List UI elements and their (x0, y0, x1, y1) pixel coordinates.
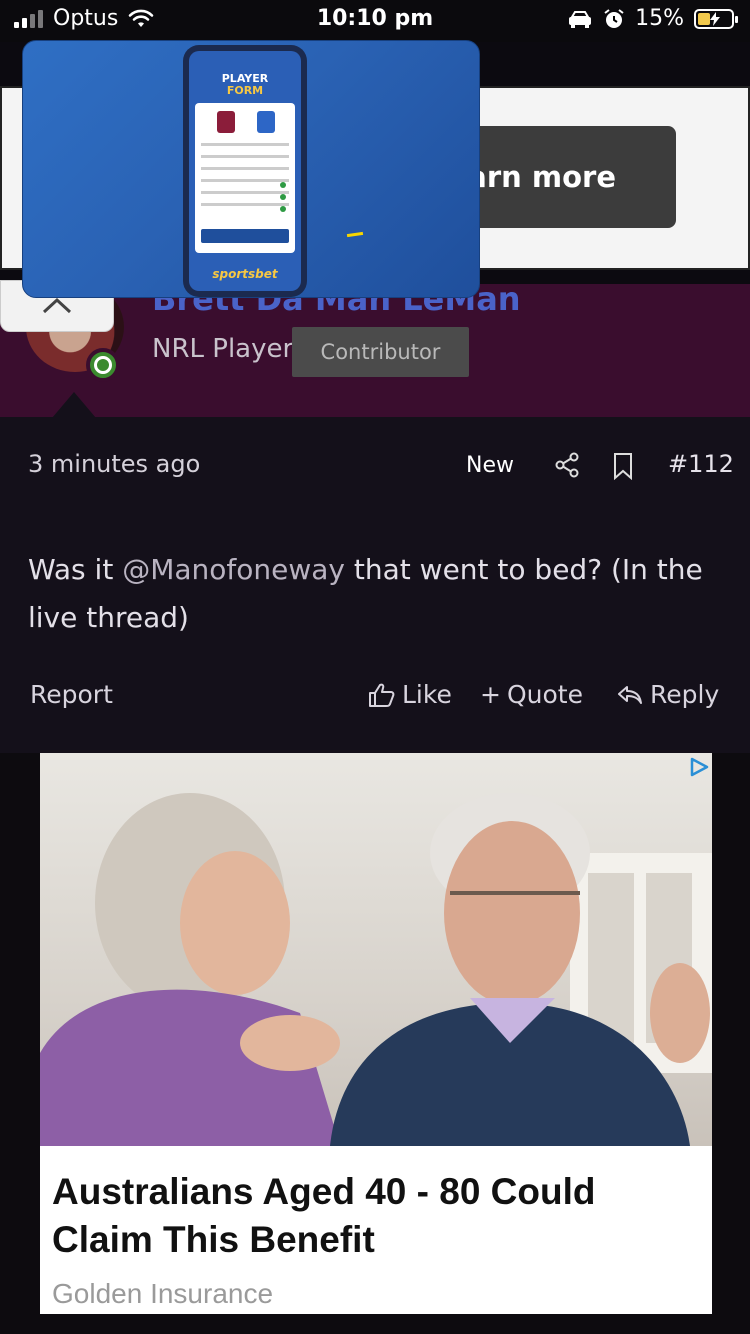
ad-image[interactable] (40, 753, 712, 1146)
reply-label: Reply (650, 680, 720, 709)
battery-charging-icon (694, 8, 738, 29)
author-role: NRL Player (152, 334, 294, 364)
share-icon[interactable] (554, 452, 580, 478)
like-button[interactable]: Like (368, 680, 452, 709)
online-status-icon (86, 348, 120, 382)
post-timestamp[interactable]: 3 minutes ago (28, 450, 200, 478)
plus-icon: + (480, 680, 501, 709)
thumbs-up-icon (369, 683, 395, 707)
ad-source: Golden Insurance (52, 1278, 274, 1309)
battery-percent: 15% (635, 6, 684, 31)
car-icon (569, 10, 592, 28)
pip-phone-graphic: PLAYER FORM sportsbet (183, 45, 307, 297)
reply-icon (618, 685, 642, 704)
report-label: Report (30, 680, 113, 709)
pip-title: PLAYER FORM (189, 73, 301, 97)
ad-choices-icon[interactable] (688, 756, 710, 778)
new-label: New (466, 453, 514, 478)
pip-accent-mark (346, 231, 364, 238)
pip-title-line2: FORM (226, 84, 264, 97)
report-button[interactable]: Report (30, 680, 113, 709)
post-number[interactable]: #112 (668, 450, 734, 478)
quote-button[interactable]: + Quote (480, 680, 583, 709)
pip-phone-screen: PLAYER FORM sportsbet (189, 51, 301, 291)
contributor-badge: Contributor (292, 327, 469, 377)
bookmark-icon[interactable] (612, 452, 634, 480)
ad-headline[interactable]: Australians Aged 40 - 80 Could Claim Thi… (52, 1168, 692, 1264)
post-content: Was it @Manofoneway that went to bed? (I… (28, 546, 718, 642)
pip-betting-card (195, 103, 295, 253)
content-text-start: Was it (28, 553, 123, 586)
status-bar: Optus 10:10 pm 15% (0, 0, 750, 42)
ad-photo-illustration (40, 793, 712, 1146)
pip-video-player[interactable]: PLAYER FORM sportsbet (22, 40, 480, 298)
chevron-up-icon (42, 297, 72, 314)
like-label: Like (402, 680, 452, 709)
header-pointer (52, 392, 96, 418)
user-mention[interactable]: @Manofoneway (122, 553, 345, 586)
alarm-icon (604, 8, 624, 28)
reply-button[interactable]: Reply (616, 680, 719, 709)
status-right: 15% (567, 6, 738, 31)
pip-brand: sportsbet (212, 267, 278, 281)
quote-label: Quote (506, 680, 583, 709)
